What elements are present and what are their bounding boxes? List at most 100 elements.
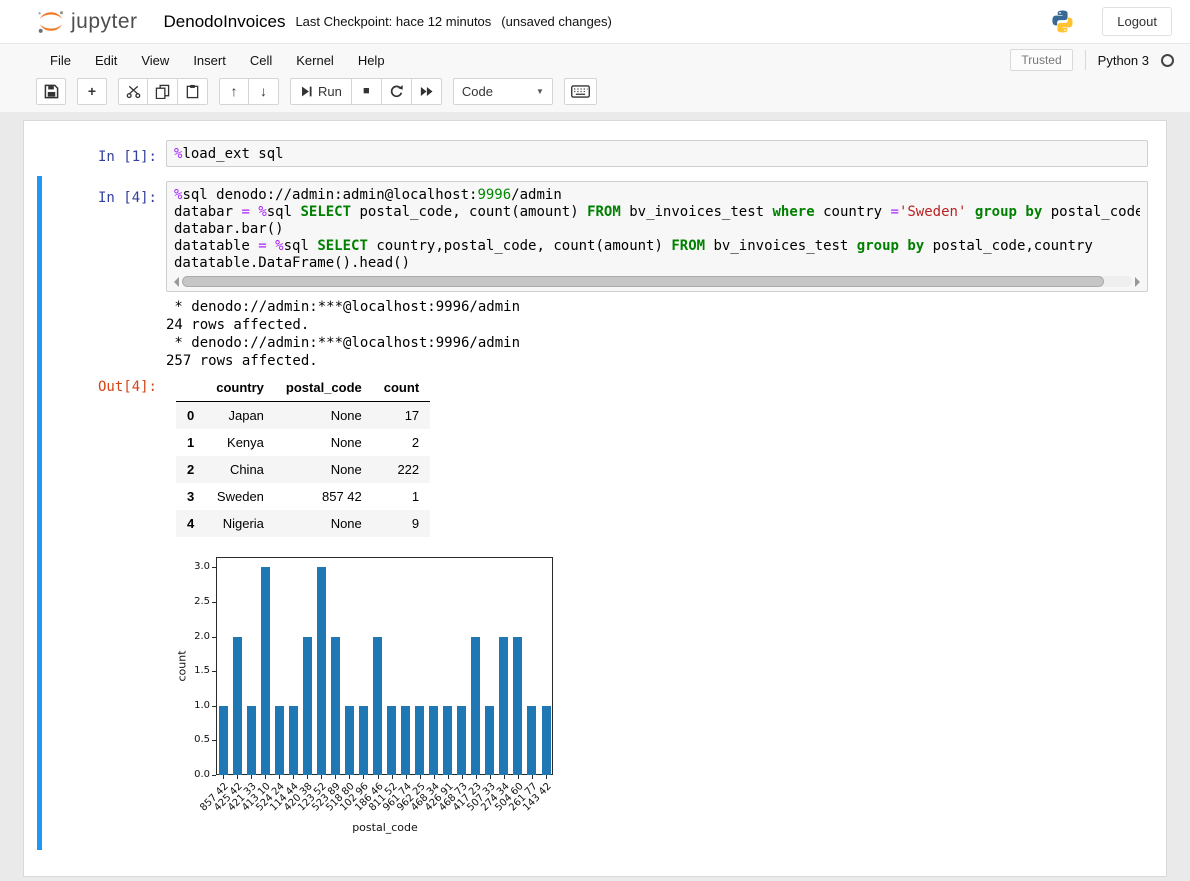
run-button[interactable]: Run — [290, 77, 352, 105]
scrollbar-thumb[interactable] — [182, 276, 1104, 287]
bar-chart-figure: count postal_code 0.0 0.5 1.0 1.5 2.0 2.5 3.0 8… — [168, 553, 566, 845]
bar — [274, 705, 284, 775]
jupyter-logo[interactable]: jupyter — [36, 8, 138, 35]
dataframe-table: country postal_code count 0 Japan None 17 1 Keny… — [176, 374, 431, 537]
empty-prompt — [42, 537, 166, 546]
bar — [415, 705, 425, 775]
run-button-label: Run — [318, 83, 342, 99]
input-prompt: In [1]: — [97, 149, 157, 165]
cut-icon — [126, 85, 140, 98]
y-tick-mark — [212, 775, 216, 776]
bar — [471, 636, 481, 775]
table-row: 3 Sweden 857 42 1 — [187, 489, 420, 504]
menu-item-edit[interactable]: Edit — [83, 48, 129, 73]
x-tick-mark — [461, 775, 463, 779]
cut-cell-button[interactable] — [118, 77, 148, 105]
x-tick-mark — [307, 775, 309, 779]
step-forward-icon — [302, 86, 312, 96]
table-row: 0 Japan None 17 — [176, 401, 431, 429]
x-tick-mark — [391, 775, 393, 779]
x-tick-mark — [419, 775, 421, 779]
copy-icon — [155, 84, 170, 99]
trusted-badge[interactable]: Trusted — [1010, 49, 1073, 71]
x-tick-mark — [377, 775, 379, 779]
bar — [443, 705, 453, 775]
code-cell-1[interactable]: In [1]: %load_ext sql — [37, 135, 1148, 172]
bar — [401, 705, 411, 775]
x-tick-mark — [293, 775, 295, 779]
x-tick-mark — [279, 775, 281, 779]
menu-item-kernel[interactable]: Kernel — [284, 48, 346, 73]
bar — [302, 636, 312, 775]
python-logo-icon — [1052, 10, 1073, 33]
x-tick-mark — [447, 775, 449, 779]
code-editor[interactable]: %sql denodo://admin:admin@localhost:9996… — [166, 181, 1148, 292]
restart-icon — [390, 84, 403, 97]
interrupt-kernel-button[interactable]: ■ — [351, 77, 382, 105]
app-header: jupyter DenodoInvoices Last Checkpoint: … — [0, 0, 1190, 43]
scroll-left-arrow-icon[interactable] — [174, 276, 179, 287]
arrow-down-icon: ↓ — [260, 83, 267, 99]
scroll-right-arrow-icon[interactable] — [1135, 276, 1140, 287]
x-tick-mark — [237, 775, 239, 779]
restart-run-all-button[interactable] — [411, 77, 442, 105]
bar — [457, 705, 467, 775]
bar — [218, 705, 228, 775]
bar — [387, 705, 396, 775]
bar — [373, 636, 382, 775]
y-tick-label: 3.0 — [194, 561, 210, 573]
plus-icon: + — [87, 83, 97, 99]
code-horizontal-scrollbar[interactable] — [174, 275, 1140, 288]
x-tick-mark — [363, 775, 365, 779]
bar — [232, 636, 242, 775]
bar — [246, 705, 256, 775]
column-header: count — [372, 374, 431, 402]
code-text: %sql denodo://admin:admin@localhost:9996… — [174, 187, 1140, 271]
jupyter-logo-text: jupyter — [71, 9, 138, 33]
y-tick-label: 2.5 — [194, 595, 210, 607]
x-tick-mark — [251, 775, 253, 779]
menu-item-insert[interactable]: Insert — [181, 48, 238, 73]
y-tick-mark — [212, 636, 216, 638]
code-editor[interactable]: %load_ext sql — [166, 140, 1148, 167]
move-cell-down-button[interactable]: ↓ — [249, 77, 279, 105]
code-text: %load_ext sql — [174, 146, 284, 162]
y-tick-mark — [212, 567, 216, 569]
x-tick-mark — [531, 775, 533, 779]
restart-kernel-button[interactable] — [381, 77, 412, 105]
logout-button[interactable]: Logout — [1102, 7, 1172, 36]
command-palette-button[interactable] — [563, 77, 597, 105]
code-cell-2[interactable]: In [4]: %sql denodo://admin:admin@localh… — [37, 176, 1148, 850]
menubar: File Edit View Insert Cell Kernel Help Trusted… — [0, 43, 1190, 76]
bar — [344, 705, 354, 775]
notebook-container: In [1]: %load_ext sql In [4]: %sql denod… — [23, 120, 1167, 877]
menu-item-help[interactable]: Help — [346, 48, 397, 73]
bar — [541, 705, 551, 775]
save-button[interactable] — [36, 77, 66, 105]
x-tick-mark — [475, 775, 477, 779]
menu-list: File Edit View Insert Cell Kernel Help — [38, 48, 397, 73]
table-row: 1 Kenya None 2 — [187, 435, 420, 450]
output-prompt: Out[4]: — [97, 379, 157, 395]
bar — [260, 567, 270, 775]
bar — [499, 636, 509, 775]
x-tick-mark — [433, 775, 435, 779]
checkpoint-status: Last Checkpoint: hace 12 minutos — [295, 14, 492, 29]
scrollbar-track[interactable] — [182, 276, 1132, 287]
bar — [429, 705, 439, 775]
y-tick-mark — [212, 705, 216, 707]
notebook-toolbar: + ↑ ↓ Run ■ Code ▼ — [0, 76, 1190, 112]
add-cell-button[interactable]: + — [77, 77, 107, 105]
menu-item-view[interactable]: View — [129, 48, 181, 73]
move-cell-up-button[interactable]: ↑ — [219, 77, 249, 105]
cell-type-dropdown[interactable]: Code ▼ — [452, 77, 553, 105]
empty-prompt — [42, 292, 166, 301]
y-tick-label: 1.5 — [194, 665, 210, 677]
menu-item-file[interactable]: File — [38, 48, 83, 73]
kernel-name: Python 3 — [1097, 52, 1149, 68]
notebook-title[interactable]: DenodoInvoices — [164, 12, 286, 32]
x-tick-mark — [349, 775, 351, 779]
paste-cell-button[interactable] — [178, 77, 208, 105]
menu-item-cell[interactable]: Cell — [238, 48, 284, 73]
copy-cell-button[interactable] — [148, 77, 178, 105]
